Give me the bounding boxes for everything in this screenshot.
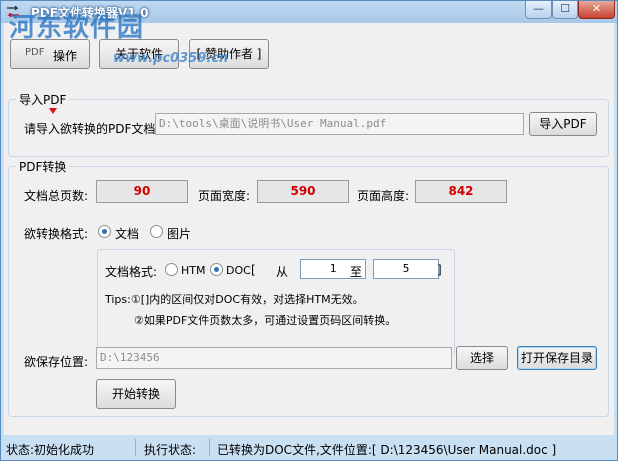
client-area: PDF 操作 关于软件 [ 赞助作者 ] 导入PDF 请导入欲转换的PDF文档:… bbox=[4, 23, 614, 435]
exec-status-label: 执行状态: bbox=[144, 443, 197, 457]
page-width-label: 页面宽度: bbox=[198, 189, 251, 203]
format-doc-radio[interactable] bbox=[98, 225, 111, 238]
status-state: 状态:初始化成功 bbox=[6, 443, 95, 457]
import-group-title: 导入PDF bbox=[16, 91, 70, 108]
operate-button-label: 操作 bbox=[53, 49, 78, 63]
to-page-input[interactable]: 5 bbox=[373, 259, 439, 279]
import-label: 请导入欲转换的PDF文档: bbox=[24, 122, 160, 136]
htm-radio[interactable] bbox=[165, 263, 178, 276]
format-image-label[interactable]: 图片 bbox=[167, 225, 191, 242]
pdf-path-field[interactable]: D:\tools\桌面\说明书\User Manual.pdf bbox=[155, 113, 524, 135]
tips-line-2: ②如果PDF文件页数太多，可通过设置页码区间转换。 bbox=[134, 314, 397, 327]
status-separator bbox=[209, 439, 210, 456]
format-image-radio[interactable] bbox=[150, 225, 163, 238]
save-location-label: 欲保存位置: bbox=[24, 355, 89, 369]
maximize-button[interactable]: ☐ bbox=[552, 1, 578, 19]
doc-radio[interactable] bbox=[210, 263, 223, 276]
htm-label[interactable]: HTM bbox=[181, 264, 205, 277]
range-bracket-close: ] bbox=[437, 263, 442, 277]
doc-format-label: 文档格式: bbox=[105, 265, 158, 279]
close-button[interactable]: ✕ bbox=[578, 1, 615, 19]
range-bracket-open: [ bbox=[251, 263, 256, 277]
total-pages-label: 文档总页数: bbox=[24, 189, 89, 203]
watermark-url: www.pc0359.cn bbox=[113, 51, 229, 66]
to-label: 至 bbox=[350, 265, 363, 279]
watermark-text: 河东软件园 bbox=[9, 13, 145, 43]
total-pages-value: 90 bbox=[96, 180, 188, 203]
page-height-label: 页面高度: bbox=[357, 189, 410, 203]
minimize-button[interactable]: — bbox=[525, 1, 552, 19]
import-pdf-button[interactable]: 导入PDF bbox=[529, 112, 597, 136]
save-path-field[interactable]: D:\123456 bbox=[96, 347, 452, 369]
format-doc-label[interactable]: 文档 bbox=[115, 225, 139, 242]
page-height-value: 842 bbox=[415, 180, 507, 203]
status-separator bbox=[135, 439, 136, 456]
doc-label[interactable]: DOC bbox=[226, 264, 251, 277]
from-label: 从 bbox=[276, 265, 289, 279]
convert-group-title: PDF转换 bbox=[16, 158, 70, 175]
status-bar: 状态:初始化成功 执行状态: 已转换为DOC文件,文件位置:[ D:\12345… bbox=[1, 435, 617, 460]
exec-status-message: 已转换为DOC文件,文件位置:[ D:\123456\User Manual.d… bbox=[217, 443, 557, 457]
page-width-value: 590 bbox=[257, 180, 349, 203]
app-window: PDF文件转换器V1.0 — ☐ ✕ PDF 操作 关于软件 [ 赞助作者 ] … bbox=[0, 0, 618, 461]
start-convert-button[interactable]: 开始转换 bbox=[96, 379, 176, 409]
pdf-icon: PDF bbox=[25, 47, 45, 58]
open-save-dir-button[interactable]: 打开保存目录 bbox=[517, 346, 597, 370]
tips-line-1: Tips:①[]内的区间仅对DOC有效，对选择HTM无效。 bbox=[105, 293, 364, 306]
choose-folder-button[interactable]: 选择 bbox=[456, 346, 508, 370]
format-label: 欲转换格式: bbox=[24, 227, 89, 241]
